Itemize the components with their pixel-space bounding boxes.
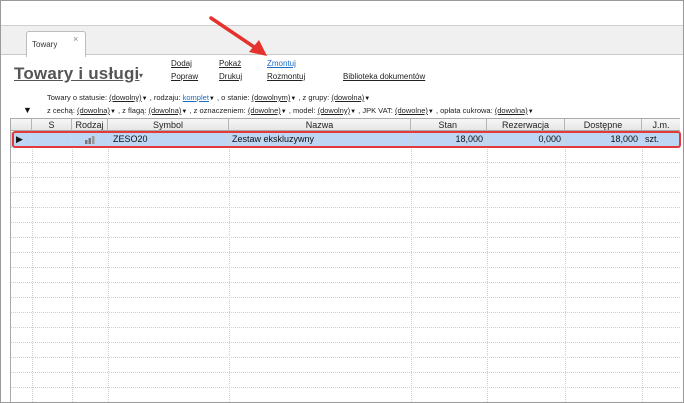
column-header-symbol[interactable]: Symbol	[108, 119, 229, 131]
filter-oznaczenie-value[interactable]: (dowolne)	[248, 106, 281, 115]
dropdown-arrow-icon[interactable]: ▼	[528, 109, 534, 115]
filter-flaga-label: , z flagą:	[118, 106, 147, 115]
grid-empty-row-line	[11, 372, 680, 373]
drukuj-button[interactable]: Drukuj	[219, 72, 242, 81]
grid-empty-row-line	[11, 237, 680, 238]
grid-column-line	[487, 147, 488, 402]
grid-column-line	[411, 147, 412, 402]
filter-row-2: z cechą: (dowolna)▼ , z flagą: (dowolna)…	[47, 106, 534, 115]
filter-cecha-value[interactable]: (dowolna)	[77, 106, 110, 115]
zmontuj-button[interactable]: Zmontuj	[267, 59, 296, 68]
column-header-jm[interactable]: J.m.	[642, 119, 680, 131]
column-header-marker	[11, 119, 32, 131]
app-window: Towary × Towary i usługi ▾ Dodaj Popraw …	[0, 0, 684, 403]
popraw-button[interactable]: Popraw	[171, 72, 198, 81]
dropdown-arrow-icon[interactable]: ▼	[290, 96, 296, 102]
grid-empty-row-line	[11, 192, 680, 193]
filter-oznaczenie-label: , z oznaczeniem:	[189, 106, 246, 115]
grid-column-line	[565, 147, 566, 402]
dropdown-arrow-icon[interactable]: ▼	[281, 109, 287, 115]
filter-grupa-label: , z grupy:	[298, 93, 330, 102]
grid-empty-row-line	[11, 252, 680, 253]
dropdown-arrow-icon[interactable]: ▼	[428, 109, 434, 115]
tab-strip: Towary ×	[1, 25, 683, 57]
filter-jpk-value[interactable]: (dowolne)	[395, 106, 428, 115]
close-icon[interactable]: ×	[73, 35, 78, 44]
grid-empty-row-line	[11, 267, 680, 268]
grid-empty-row-line	[11, 162, 680, 163]
grid-header: S Rodzaj Symbol Nazwa Stan Rezerwacja Do…	[11, 118, 680, 131]
highlight-outline	[12, 131, 681, 148]
biblioteka-dokumentow-button[interactable]: Biblioteka dokumentów	[343, 72, 425, 81]
dropdown-arrow-icon[interactable]: ▼	[110, 109, 116, 115]
dropdown-arrow-icon[interactable]: ▼	[364, 96, 370, 102]
dropdown-arrow-icon[interactable]: ▼	[209, 96, 215, 102]
column-header-rodzaj[interactable]: Rodzaj	[72, 119, 108, 131]
filter-model-value[interactable]: (dowolny)	[318, 106, 351, 115]
page-title[interactable]: Towary i usługi	[14, 64, 139, 84]
grid-empty-row-line	[11, 387, 680, 388]
grid-column-line	[32, 147, 33, 402]
grid-empty-row-line	[11, 342, 680, 343]
top-band	[1, 1, 683, 25]
filter-jpk-label: , JPK VAT:	[358, 106, 393, 115]
column-header-dostepne[interactable]: Dostępne	[565, 119, 642, 131]
dropdown-arrow-icon[interactable]: ▼	[350, 109, 356, 115]
filter-status-label: Towary o statusie:	[47, 93, 108, 102]
tab-label: Towary	[32, 40, 58, 49]
filter-cecha-label: z cechą:	[47, 106, 75, 115]
grid-column-line	[108, 147, 109, 402]
dropdown-arrow-icon[interactable]: ▼	[181, 109, 187, 115]
grid-empty-row-line	[11, 297, 680, 298]
filter-rodzaj-value[interactable]: komplet	[183, 93, 209, 102]
filter-status-value[interactable]: (dowolny)	[109, 93, 142, 102]
grid-column-line	[229, 147, 230, 402]
filter-oplata-label: , opłata cukrowa:	[435, 106, 493, 115]
grid-empty-row-line	[11, 177, 680, 178]
dropdown-arrow-icon[interactable]: ▼	[142, 96, 148, 102]
dodaj-button[interactable]: Dodaj	[171, 59, 192, 68]
column-header-nazwa[interactable]: Nazwa	[229, 119, 411, 131]
chevron-down-icon[interactable]: ▾	[139, 71, 143, 80]
grid-column-line	[642, 147, 643, 402]
column-header-stan[interactable]: Stan	[411, 119, 487, 131]
grid-column-line	[72, 147, 73, 402]
grid-empty-row-line	[11, 327, 680, 328]
pokaz-button[interactable]: Pokaż	[219, 59, 241, 68]
filter-model-label: , model:	[288, 106, 316, 115]
column-header-s[interactable]: S	[32, 119, 72, 131]
expand-filters-icon[interactable]: ▼	[23, 105, 32, 115]
towary-grid: S Rodzaj Symbol Nazwa Stan Rezerwacja Do…	[10, 118, 680, 402]
filter-grupa-value[interactable]: (dowolna)	[331, 93, 364, 102]
grid-empty-row-line	[11, 207, 680, 208]
rozmontuj-button[interactable]: Rozmontuj	[267, 72, 305, 81]
column-header-rezerwacja[interactable]: Rezerwacja	[487, 119, 565, 131]
filter-row-1: Towary o statusie: (dowolny)▼ , rodzaju:…	[47, 93, 370, 102]
filter-stan-label: , o stanie:	[216, 93, 250, 102]
grid-empty-row-line	[11, 222, 680, 223]
filter-oplata-value[interactable]: (dowolna)	[495, 106, 528, 115]
grid-empty-row-line	[11, 282, 680, 283]
tab-towary[interactable]: Towary ×	[26, 31, 86, 57]
filter-rodzaj-label: , rodzaju:	[149, 93, 181, 102]
filter-flaga-value[interactable]: (dowolna)	[148, 106, 181, 115]
grid-empty-row-line	[11, 312, 680, 313]
grid-empty-row-line	[11, 357, 680, 358]
filter-stan-value[interactable]: (dowolnym)	[252, 93, 291, 102]
